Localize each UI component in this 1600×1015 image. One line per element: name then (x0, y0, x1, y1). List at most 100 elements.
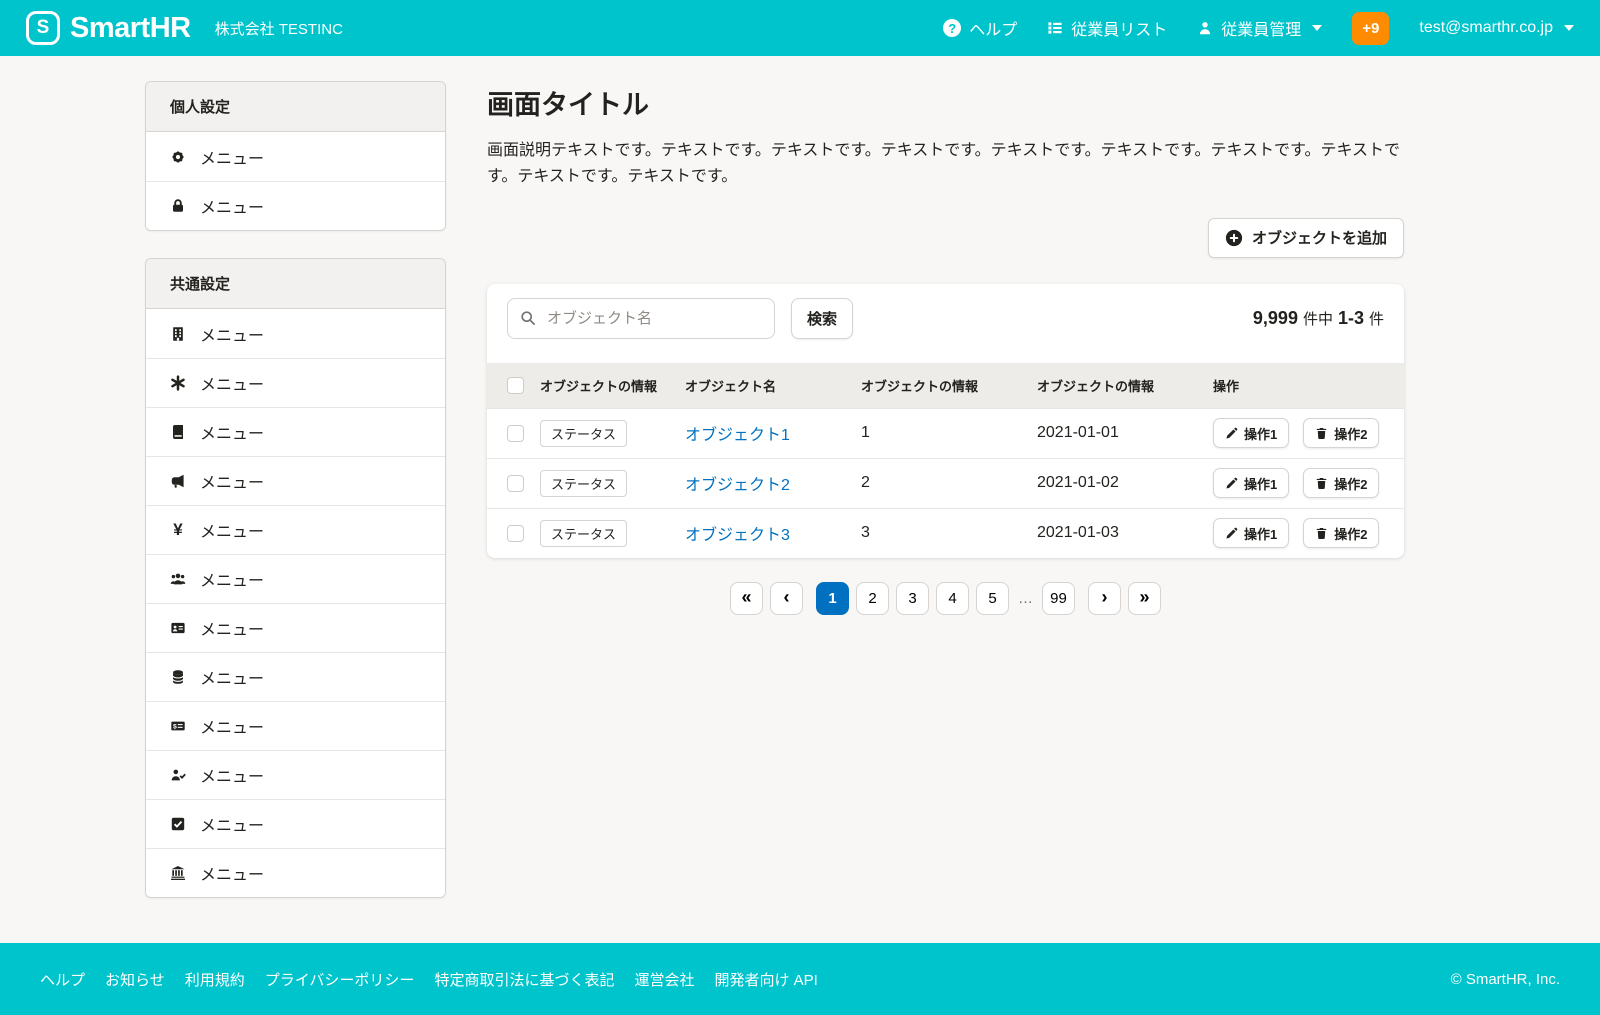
page-button-4[interactable]: 4 (936, 582, 969, 615)
account-email: test@smarthr.co.jp (1419, 19, 1553, 37)
lock-icon (170, 198, 186, 214)
footer-link-developer-api[interactable]: 開発者向け API (714, 969, 817, 990)
status-badge: ステータス (540, 520, 627, 547)
nav-help-label: ヘルプ (969, 16, 1017, 40)
search-button[interactable]: 検索 (791, 298, 853, 339)
sidebar-section-title: 共通設定 (146, 259, 445, 309)
sidebar-item-menu[interactable]: メニュー (146, 799, 445, 848)
prev-page-button[interactable]: ‹ (770, 582, 803, 615)
sidebar-item-label: メニュー (200, 518, 264, 542)
sidebar-item-label: メニュー (200, 145, 264, 169)
pencil-icon (1225, 477, 1238, 490)
nav-employee-mgmt-label: 従業員管理 (1221, 16, 1301, 40)
footer-link-commerce-law[interactable]: 特定商取引法に基づく表記 (434, 969, 614, 990)
sidebar-item-menu[interactable]: メニュー (146, 132, 445, 181)
money-check-icon (170, 718, 186, 734)
footer-link-terms[interactable]: 利用規約 (185, 969, 245, 990)
sidebar-item-menu[interactable]: メニュー (146, 701, 445, 750)
yen-icon: ¥ (170, 520, 186, 540)
row-checkbox[interactable] (507, 475, 524, 492)
users-icon (170, 571, 186, 587)
footer-link-company[interactable]: 運営会社 (634, 969, 694, 990)
nav-employee-mgmt-dropdown[interactable]: 従業員管理 (1197, 16, 1322, 40)
page-button-1[interactable]: 1 (816, 582, 849, 615)
sidebar-item-menu[interactable]: メニュー (146, 181, 445, 230)
smarthr-wordmark: SmartHR (70, 12, 191, 45)
sidebar-item-menu[interactable]: ¥ メニュー (146, 505, 445, 554)
row-checkbox[interactable] (507, 525, 524, 542)
result-count-total: 9,999 (1253, 308, 1298, 329)
delete-action-button[interactable]: 操作2 (1303, 418, 1379, 448)
sidebar-section-common: 共通設定 メニュー メニュー メニュー メニュー ¥ メニュー (145, 258, 446, 898)
trash-icon (1315, 527, 1328, 540)
sidebar-item-menu[interactable]: メニュー (146, 554, 445, 603)
nav-employee-list[interactable]: 従業員リスト (1047, 16, 1167, 40)
page-button-99[interactable]: 99 (1042, 582, 1075, 615)
sidebar-item-menu[interactable]: メニュー (146, 407, 445, 456)
app-footer: ヘルプ お知らせ 利用規約 プライバシーポリシー 特定商取引法に基づく表記 運営… (0, 943, 1600, 1015)
select-all-checkbox[interactable] (507, 377, 524, 394)
sidebar-item-menu[interactable]: メニュー (146, 309, 445, 358)
page-button-5[interactable]: 5 (976, 582, 1009, 615)
landmark-icon (170, 865, 186, 881)
id-card-icon (170, 620, 186, 636)
next-page-button[interactable]: › (1088, 582, 1121, 615)
add-object-button-label: オブジェクトを追加 (1252, 227, 1387, 248)
sidebar-section-personal: 個人設定 メニュー メニュー (145, 81, 446, 231)
copyright: © SmartHR, Inc. (1451, 971, 1560, 988)
search-box[interactable] (507, 298, 775, 339)
search-icon (520, 310, 536, 326)
column-header: オブジェクトの情報 (1037, 376, 1213, 395)
page-button-2[interactable]: 2 (856, 582, 889, 615)
search-input[interactable] (545, 309, 762, 328)
nav-help[interactable]: ? ヘルプ (943, 16, 1017, 40)
chevron-down-icon (1564, 25, 1574, 31)
footer-link-privacy[interactable]: プライバシーポリシー (265, 969, 415, 990)
status-badge: ステータス (540, 420, 627, 447)
object-link[interactable]: オブジェクト1 (685, 427, 790, 444)
sidebar-item-menu[interactable]: メニュー (146, 848, 445, 897)
sidebar-item-label: メニュー (200, 420, 264, 444)
account-dropdown[interactable]: test@smarthr.co.jp (1419, 19, 1574, 37)
page-button-3[interactable]: 3 (896, 582, 929, 615)
add-object-button[interactable]: オブジェクトを追加 (1208, 218, 1404, 258)
delete-action-button[interactable]: 操作2 (1303, 518, 1379, 548)
smarthr-logo[interactable]: S SmartHR (26, 11, 191, 45)
sidebar-item-label: メニュー (200, 812, 264, 836)
delete-action-button[interactable]: 操作2 (1303, 468, 1379, 498)
sidebar-item-menu[interactable]: メニュー (146, 603, 445, 652)
sidebar-item-label: メニュー (200, 616, 264, 640)
sidebar-item-menu[interactable]: メニュー (146, 456, 445, 505)
edit-action-button[interactable]: 操作1 (1213, 418, 1289, 448)
book-icon (170, 424, 186, 440)
sidebar-item-label: メニュー (200, 714, 264, 738)
question-circle-icon: ? (943, 19, 961, 37)
column-header: オブジェクト名 (685, 376, 861, 395)
first-page-button[interactable]: « (730, 582, 763, 615)
sidebar: 個人設定 メニュー メニュー 共通設定 メニュー メニュー メニュー (145, 81, 446, 943)
sidebar-item-label: メニュー (200, 469, 264, 493)
footer-link-news[interactable]: お知らせ (105, 969, 165, 990)
sidebar-item-label: メニュー (200, 567, 264, 591)
object-info: 3 (861, 524, 1037, 542)
sidebar-item-menu[interactable]: メニュー (146, 358, 445, 407)
list-icon (1047, 20, 1063, 36)
plus-circle-icon (1225, 229, 1243, 247)
object-link[interactable]: オブジェクト3 (685, 527, 790, 544)
page-title: 画面タイトル (487, 83, 1404, 122)
sidebar-item-menu[interactable]: メニュー (146, 652, 445, 701)
row-checkbox[interactable] (507, 425, 524, 442)
page-description: 画面説明テキストです。テキストです。テキストです。テキストです。テキストです。テ… (487, 138, 1404, 190)
sidebar-item-menu[interactable]: メニュー (146, 750, 445, 799)
footer-link-help[interactable]: ヘルプ (40, 969, 85, 990)
notification-badge[interactable]: +9 (1352, 12, 1389, 45)
edit-action-button[interactable]: 操作1 (1213, 518, 1289, 548)
sidebar-item-label: メニュー (200, 322, 264, 346)
object-link[interactable]: オブジェクト2 (685, 477, 790, 494)
pencil-icon (1225, 427, 1238, 440)
edit-action-button[interactable]: 操作1 (1213, 468, 1289, 498)
object-info: 1 (861, 424, 1037, 442)
sidebar-item-label: メニュー (200, 665, 264, 689)
column-header: オブジェクトの情報 (540, 376, 685, 395)
last-page-button[interactable]: » (1128, 582, 1161, 615)
